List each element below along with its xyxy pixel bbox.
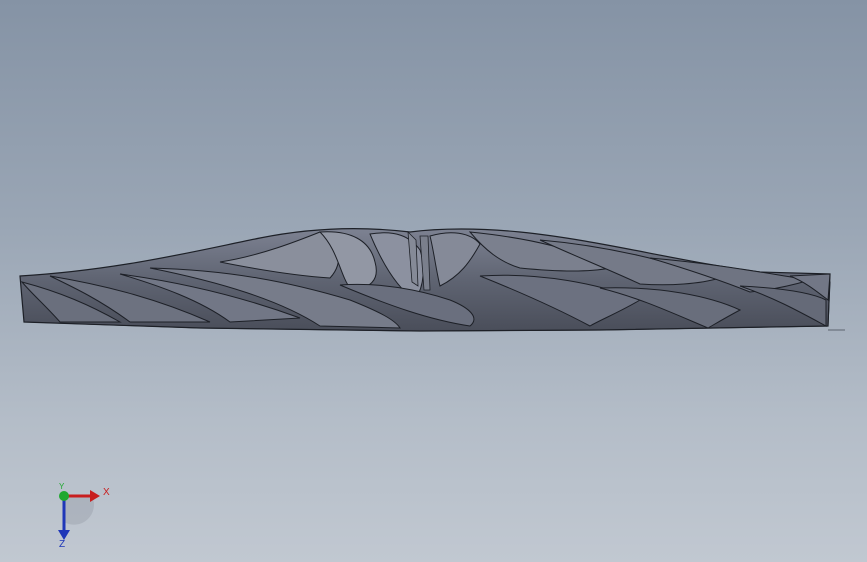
x-axis-label: X bbox=[103, 487, 110, 498]
impeller-model[interactable] bbox=[0, 0, 867, 562]
y-axis-label: Y bbox=[59, 482, 65, 491]
triad-graphic bbox=[58, 490, 100, 540]
view-orientation-triad[interactable]: X Y Z bbox=[44, 482, 124, 552]
graphics-viewport[interactable]: X Y Z bbox=[0, 0, 867, 562]
z-axis-label: Z bbox=[59, 539, 66, 550]
